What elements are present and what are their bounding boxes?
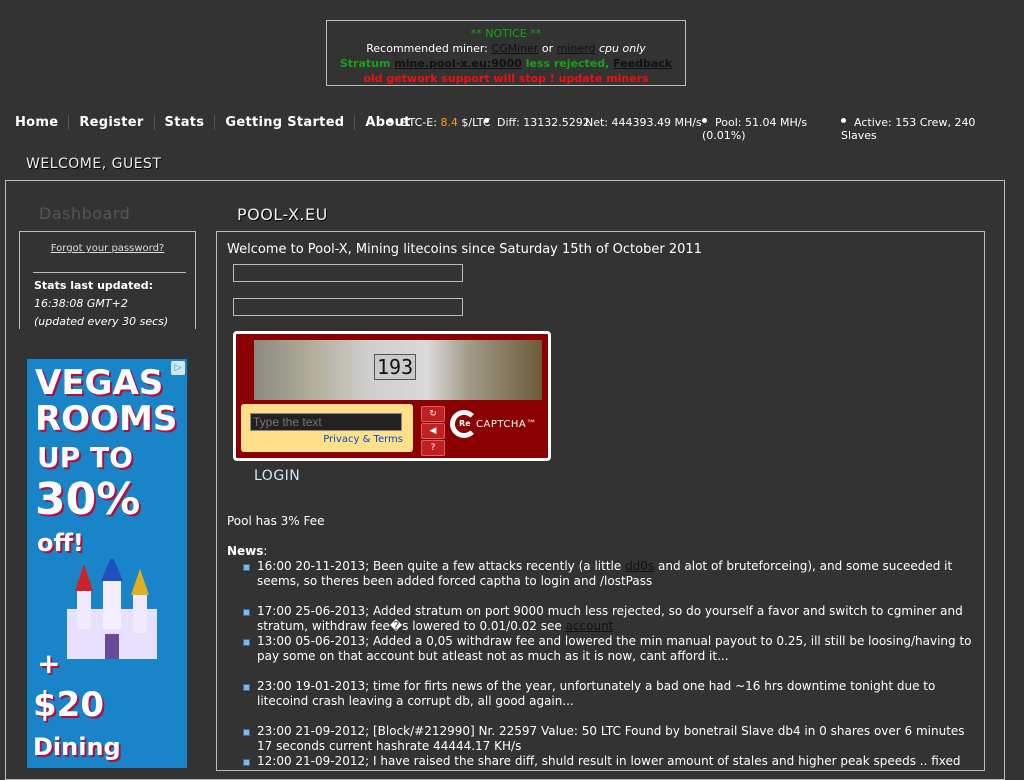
intro-text: Welcome to Pool-X, Mining litecoins sinc…: [227, 242, 702, 257]
help-icon[interactable]: ?: [421, 440, 445, 456]
ad-line-dining: Dining: [33, 733, 121, 761]
main-nav: Home Register Stats Getting Started Abou…: [15, 114, 421, 130]
pool-percent: (0.01%): [702, 129, 746, 142]
refresh-icon[interactable]: ↻: [421, 406, 445, 422]
captcha-buttons: ↻ ◀ ?: [421, 406, 445, 457]
ad-line-plus: +: [37, 647, 61, 680]
captcha-input-box: Privacy & Terms: [241, 404, 413, 452]
stats-updated-note: (updated every 30 secs): [34, 315, 169, 328]
ad-line-vegas: VEGAS: [35, 363, 164, 403]
btce-value: 8.4: [440, 116, 458, 129]
bullet-icon: [243, 684, 250, 691]
news-label: News: [227, 544, 264, 558]
vegas-ad-banner[interactable]: ▷ VEGAS ROOMS UP TO 30% off! + $20 Dining: [27, 359, 187, 768]
account-link[interactable]: account: [566, 619, 614, 633]
captcha-input[interactable]: [250, 413, 402, 431]
news-heading: News:: [227, 544, 267, 558]
nav-stats[interactable]: Stats: [153, 114, 215, 130]
net-value: Net: 444393.49 MH/s: [585, 116, 702, 129]
stratum-link[interactable]: mine.pool-x.eu:9000: [394, 57, 522, 70]
recaptcha-re: Re: [459, 419, 471, 428]
privacy-terms-link[interactable]: Privacy & Terms: [323, 434, 403, 445]
news-item: 17:00 25-06-2013; Added stratum on port …: [241, 604, 976, 634]
news-text: 16:00 20-11-2013; Been quite a few attac…: [257, 559, 626, 573]
nav-getting-started[interactable]: Getting Started: [214, 114, 354, 130]
stat-pool: Pool: 51.04 MH/s (0.01%): [702, 116, 822, 142]
feedback-link[interactable]: Feedback: [613, 57, 672, 70]
divider: [33, 272, 186, 273]
stat-net: Net: 444393.49 MH/s: [585, 116, 702, 129]
welcome-heading: WELCOME, GUEST: [26, 156, 162, 172]
news-list: 16:00 20-11-2013; Been quite a few attac…: [241, 559, 976, 769]
notice-box: ** NOTICE ** Recommended miner: CGMiner …: [326, 20, 686, 86]
stratum-suffix: less rejected,: [521, 57, 614, 70]
news-item: 23:00 21-09-2012; [Block/#212990] Nr. 22…: [241, 724, 976, 754]
news-item: 13:00 05-06-2013; Added a 0,05 withdraw …: [241, 634, 976, 664]
dashboard-title: Dashboard: [39, 204, 131, 223]
news-text: 23:00 19-01-2013; time for firts news of…: [257, 679, 936, 708]
news-text: 12:00 21-09-2012; I have raised the shar…: [257, 754, 961, 768]
captcha-number: 193: [374, 354, 417, 380]
bullet-icon: [243, 729, 250, 736]
bullet-icon: [841, 118, 846, 123]
nav-register[interactable]: Register: [68, 114, 153, 130]
bullet-icon: [484, 118, 489, 123]
audio-icon[interactable]: ◀: [421, 423, 445, 439]
ad-line-percent: 30%: [35, 474, 141, 525]
news-item: 16:00 20-11-2013; Been quite a few attac…: [241, 559, 976, 589]
notice-title: ** NOTICE **: [470, 27, 542, 40]
btce-label: BTC-E:: [401, 116, 441, 129]
ad-headline: VEGAS ROOMS: [35, 365, 177, 437]
stratum-label: Stratum: [339, 57, 395, 70]
ad-line-twenty: $20: [33, 685, 104, 725]
news-text: 13:00 05-06-2013; Added a 0,05 withdraw …: [257, 634, 972, 663]
or-text: or: [538, 42, 557, 55]
stat-diff: Diff: 13132.5292: [484, 116, 590, 129]
minerd-link[interactable]: minerd: [557, 42, 596, 55]
stat-active: Active: 153 Crew, 240 Slaves: [841, 116, 991, 142]
username-field[interactable]: [233, 264, 463, 282]
notice-warning: old getwork support will stop ! update m…: [363, 72, 649, 85]
password-field[interactable]: [233, 298, 463, 316]
castle-illustration: [67, 559, 157, 659]
cpu-only-text: cpu only: [595, 42, 646, 55]
diff-value: Diff: 13132.5292: [497, 116, 590, 129]
bullet-icon: [243, 564, 250, 571]
bullet-icon: [702, 118, 707, 123]
recaptcha-widget: 193 Privacy & Terms ↻ ◀ ? Re CAPTCHA™: [233, 331, 551, 461]
recommended-label: Recommended miner:: [366, 42, 492, 55]
active-value: Active: 153 Crew, 240: [854, 116, 976, 129]
active-slaves: Slaves: [841, 129, 877, 142]
ad-line-upto: UP TO: [37, 441, 133, 474]
captcha-image: 193: [254, 340, 542, 400]
notice-recommended: Recommended miner: CGMiner or minerd cpu…: [327, 41, 685, 56]
stat-btce: BTC-E: 8.4 $/LTC: [388, 116, 491, 129]
news-colon: :: [263, 544, 268, 558]
forgot-password-link[interactable]: Forgot your password?: [20, 243, 195, 254]
notice-stratum: Stratum mine.pool-x.eu:9000 less rejecte…: [327, 56, 685, 71]
recaptcha-logo: Re CAPTCHA™: [450, 410, 536, 446]
cgminer-link[interactable]: CGMiner: [491, 42, 538, 55]
bullet-icon: [388, 118, 393, 123]
ad-line-off: off!: [37, 529, 84, 557]
ad-line-rooms: ROOMS: [35, 399, 178, 439]
news-item: 12:00 21-09-2012; I have raised the shar…: [241, 754, 976, 769]
bullet-icon: [243, 759, 250, 766]
stats-updated-label: Stats last updated:: [34, 279, 154, 292]
dd0s-link[interactable]: dd0s: [625, 559, 654, 573]
pool-value: Pool: 51.04 MH/s: [715, 116, 808, 129]
page-title: POOL-X.EU: [237, 205, 328, 224]
bullet-icon: [243, 609, 250, 616]
recaptcha-wordmark: CAPTCHA™: [476, 419, 537, 430]
nav-home[interactable]: Home: [15, 115, 68, 130]
login-button[interactable]: LOGIN: [254, 468, 300, 484]
main-content: Welcome to Pool-X, Mining litecoins sinc…: [216, 231, 985, 771]
bullet-icon: [243, 639, 250, 646]
news-item: 23:00 19-01-2013; time for firts news of…: [241, 679, 976, 709]
stats-updated-time: 16:38:08 GMT+2: [34, 297, 128, 310]
news-text: 23:00 21-09-2012; [Block/#212990] Nr. 22…: [257, 724, 965, 753]
sidebar-panel: Forgot your password? Stats last updated…: [19, 231, 196, 329]
fee-text: Pool has 3% Fee: [227, 514, 325, 528]
